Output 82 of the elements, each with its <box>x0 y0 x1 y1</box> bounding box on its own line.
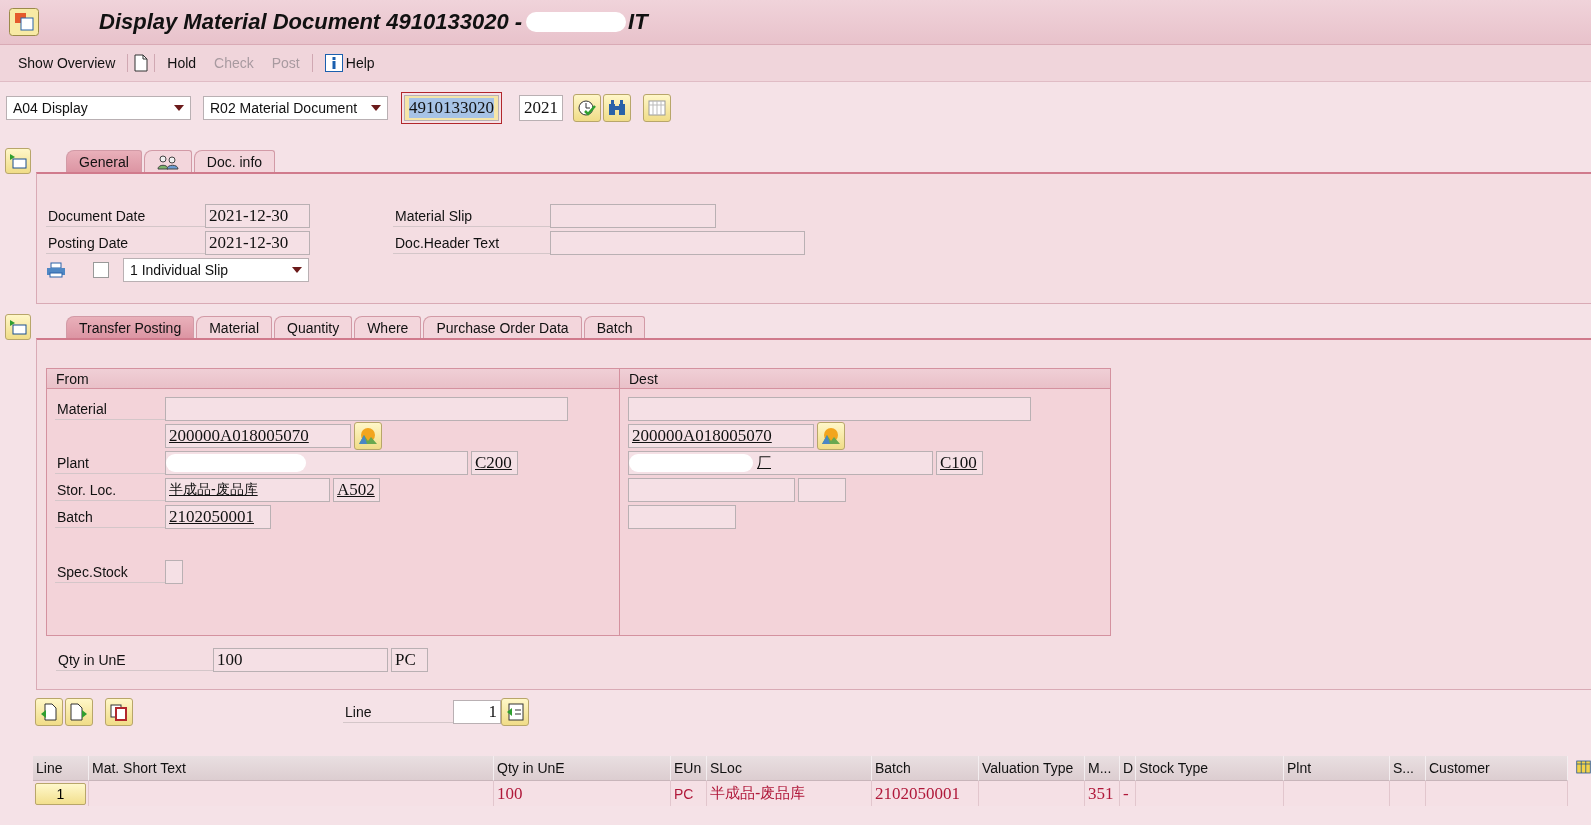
column-header[interactable]: Stock Type <box>1136 756 1284 781</box>
batch-field: 2102050001 <box>165 504 271 529</box>
previous-item-button[interactable] <box>35 698 63 726</box>
table-cell: 半成品-废品库 <box>707 781 872 806</box>
column-header[interactable]: M... <box>1085 756 1120 781</box>
date-field: 2021-12-30 <box>205 230 310 255</box>
partner-tab[interactable] <box>143 150 192 172</box>
search-button[interactable] <box>603 94 631 122</box>
window-title-suffix: IT <box>628 9 648 35</box>
window-arrow-icon <box>9 153 27 169</box>
tab[interactable]: Doc. info <box>193 150 276 172</box>
toolbar-button[interactable]: Show Overview <box>12 52 122 74</box>
group-heading: From <box>47 369 619 389</box>
plant-code-field: C100 <box>936 450 983 475</box>
tab[interactable]: General <box>66 150 142 172</box>
page-right-arrow-icon <box>70 703 88 721</box>
column-header[interactable]: Valuation Type <box>979 756 1085 781</box>
material-number-field: 200000A018005070 <box>628 423 814 448</box>
column-header[interactable]: SLoc <box>707 756 872 781</box>
material-picture-button[interactable] <box>817 421 845 450</box>
mountain-sun-icon <box>821 426 841 445</box>
tab[interactable]: Purchase Order Data <box>423 316 582 338</box>
storage-location-code-field: A502 <box>333 477 380 502</box>
binoculars-icon <box>607 98 627 118</box>
table-cell: 2102050001 <box>872 781 979 806</box>
column-header[interactable]: EUn <box>671 756 707 781</box>
page-left-arrow-icon <box>40 703 58 721</box>
material-picture-button[interactable] <box>354 421 382 450</box>
tab[interactable]: Material <box>196 316 272 338</box>
layout-toggle-button[interactable] <box>5 314 31 340</box>
column-header[interactable]: Batch <box>872 756 979 781</box>
reference-dropdown[interactable]: R02 Material Document <box>203 96 388 120</box>
column-header[interactable]: Plnt <box>1284 756 1390 781</box>
column-header[interactable]: S... <box>1390 756 1426 781</box>
copy-icon <box>110 703 128 721</box>
column-header[interactable]: Mat. Short Text <box>89 756 494 781</box>
column-settings-icon[interactable] <box>1576 758 1591 776</box>
table-settings-button[interactable] <box>643 94 671 122</box>
line-field[interactable]: 1 <box>453 700 501 724</box>
clock-check-icon <box>577 98 597 118</box>
column-header[interactable]: D <box>1120 756 1136 781</box>
date-field: 2021-12-30 <box>205 203 310 228</box>
execute-button[interactable] <box>573 94 601 122</box>
window-arrow-icon <box>9 319 27 335</box>
toolbar-button[interactable]: Hold <box>161 52 203 74</box>
row-selector-button[interactable]: 1 <box>35 782 86 805</box>
print-version-dropdown[interactable]: 1 Individual Slip <box>123 257 309 282</box>
help-button[interactable]: Help <box>318 51 381 75</box>
next-item-button[interactable] <box>65 698 93 726</box>
quantity-field: 100 <box>213 647 388 672</box>
info-icon <box>324 54 343 72</box>
column-header[interactable]: Qty in UnE <box>494 756 671 781</box>
column-header[interactable]: Line <box>33 756 89 781</box>
table-cell: - <box>1120 781 1136 806</box>
group-heading: Dest <box>619 369 1110 389</box>
copy-item-button[interactable] <box>105 698 133 726</box>
tab[interactable]: Quantity <box>274 316 353 338</box>
document-icon[interactable] <box>134 54 149 72</box>
people-icon <box>156 153 179 170</box>
layout-toggle-button[interactable] <box>5 148 31 174</box>
storage-location-field: 半成品-废品库 <box>165 477 330 502</box>
app-icon <box>9 8 39 36</box>
unit-field: PC <box>391 647 428 672</box>
tab[interactable]: Batch <box>583 316 646 338</box>
material-number-field: 200000A018005070 <box>165 423 351 448</box>
plant-name-text: 厂 <box>757 453 771 472</box>
window-title: Display Material Document 4910133020 - <box>99 9 523 35</box>
tab[interactable]: Transfer Posting <box>66 316 195 338</box>
table-cell: 351 <box>1085 781 1120 806</box>
action-dropdown[interactable]: A04 Display <box>6 96 191 120</box>
grid-icon <box>648 100 666 116</box>
print-checkbox[interactable] <box>93 261 109 278</box>
year-field[interactable]: 2021 <box>519 95 563 121</box>
plant-code-field: C200 <box>471 450 518 475</box>
printer-icon <box>46 261 66 278</box>
column-header[interactable]: Customer <box>1426 756 1568 781</box>
document-number-field[interactable]: 4910133020 <box>404 95 499 121</box>
go-to-line-button[interactable] <box>501 698 529 726</box>
tab[interactable]: Where <box>354 316 422 338</box>
storage-location-code-field <box>798 477 846 502</box>
special-stock-field <box>165 559 183 584</box>
mountain-sun-icon <box>358 426 378 445</box>
